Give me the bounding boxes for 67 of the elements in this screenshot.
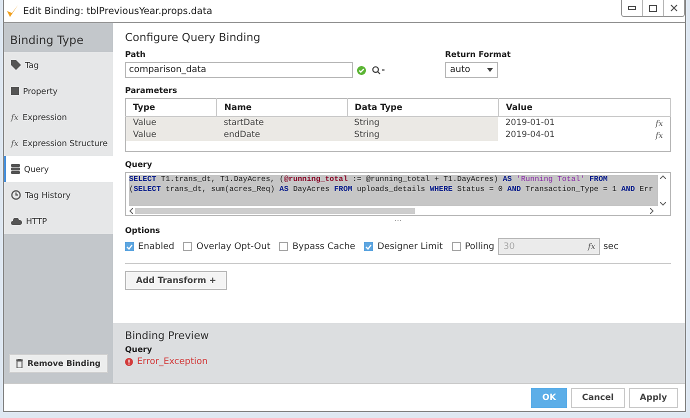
scroll-left-icon[interactable] <box>129 208 133 214</box>
field-label: Return Format <box>445 50 511 59</box>
binding-type-item[interactable]: fx Expression Structure <box>4 130 113 156</box>
scrollbar-thumb[interactable] <box>135 208 415 214</box>
field-label: Path <box>125 50 147 59</box>
scroll-right-icon[interactable] <box>650 208 654 214</box>
window-title: Edit Binding: tblPreviousYear.props.data <box>23 6 212 16</box>
section-label: Options <box>125 226 162 235</box>
fx-icon[interactable]: fx <box>656 130 663 140</box>
section-title: Configure Query Binding <box>125 31 262 44</box>
checkbox-label: Overlay Opt-Out <box>196 242 270 252</box>
table-cell: String <box>347 116 498 129</box>
binding-type-item[interactable]: HTTP <box>4 208 113 234</box>
caret-icon <box>487 68 493 72</box>
error-message: Error_Exception <box>137 357 208 367</box>
checkbox[interactable] <box>279 242 288 251</box>
app-logo-icon <box>7 5 18 17</box>
unit-label: sec <box>603 242 619 252</box>
scroll-down-icon[interactable] <box>660 202 666 206</box>
table-cell: endDate <box>216 129 348 141</box>
sidebar-heading: Binding Type <box>9 32 85 49</box>
fx-icon: fx <box>11 112 18 122</box>
fx-icon[interactable]: fx <box>656 118 663 128</box>
trash-icon <box>16 359 24 368</box>
scroll-up-icon[interactable] <box>660 175 666 179</box>
table-cell: Value <box>126 129 217 141</box>
maximize-icon <box>649 4 657 12</box>
binding-type-item[interactable]: Query <box>4 156 113 182</box>
checkbox[interactable] <box>125 242 134 251</box>
section-label: Parameters <box>125 86 178 95</box>
query-editor[interactable] <box>125 172 671 216</box>
square-icon <box>11 87 19 95</box>
error-icon <box>125 358 133 366</box>
table-cell: Value <box>126 116 217 129</box>
return-format-dropdown[interactable]: auto <box>445 62 498 78</box>
checkbox-label: Polling <box>464 242 494 252</box>
close-icon <box>670 4 678 12</box>
checkbox[interactable] <box>452 242 461 251</box>
checkbox[interactable] <box>364 242 374 251</box>
binding-type-item[interactable]: Tag History <box>4 182 113 208</box>
binding-type-item[interactable]: Tag <box>4 52 113 78</box>
checkbox-label: Bypass Cache <box>292 242 356 252</box>
binding-type-item[interactable]: fx Expression <box>4 104 113 130</box>
table-cell: 2019-01-01 <box>505 118 555 128</box>
section-label: Query <box>125 160 154 169</box>
dialog-button[interactable]: Cancel <box>571 388 625 408</box>
database-icon <box>11 164 20 174</box>
path-field[interactable]: comparison_data <box>125 62 353 78</box>
cloud-icon <box>11 218 22 224</box>
add-transform-button[interactable]: Add Transform + <box>125 271 228 290</box>
section-title: Binding Preview <box>125 330 210 342</box>
checkbox-label: Designer Limit <box>377 242 443 252</box>
tag-icon <box>11 60 21 70</box>
checkbox-label: Enabled <box>138 242 174 252</box>
table-cell: String <box>347 129 498 141</box>
fx-icon: fx <box>11 138 18 148</box>
binding-type-item[interactable]: Property <box>4 78 113 104</box>
table-cell: startDate <box>216 116 348 129</box>
checkbox[interactable] <box>183 242 192 251</box>
remove-binding-button[interactable]: Remove Binding <box>9 354 108 373</box>
column-header: Value <box>498 98 670 116</box>
dialog-button[interactable]: Apply <box>628 388 678 408</box>
section-label: Query <box>125 345 154 354</box>
clock-icon <box>11 190 21 200</box>
table-cell: 2019-04-01 <box>505 130 555 140</box>
minimize-icon <box>628 6 636 10</box>
search-icon[interactable] <box>372 66 385 74</box>
